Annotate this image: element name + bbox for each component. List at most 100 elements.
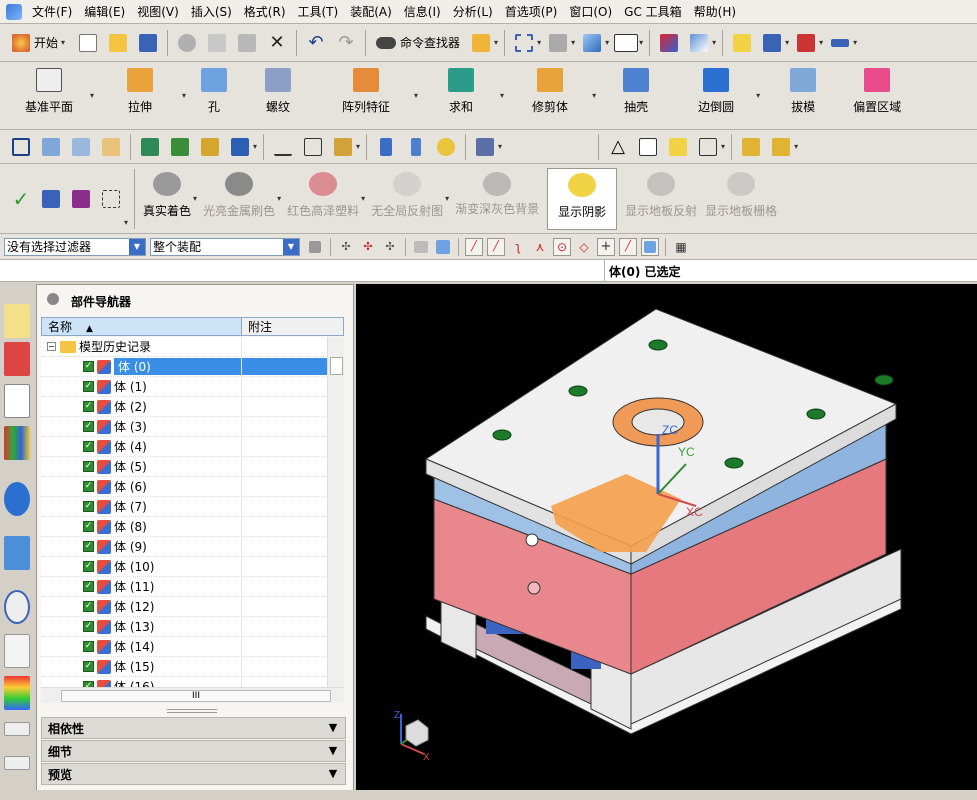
pin-icon[interactable] <box>47 293 59 305</box>
dropdown-icon[interactable]: ▾ <box>819 38 823 47</box>
point-on-face-icon[interactable] <box>641 237 659 256</box>
washer-icon[interactable] <box>433 134 459 160</box>
select-body-icon[interactable] <box>434 238 452 256</box>
copy-object-icon[interactable] <box>197 134 223 160</box>
point-on-curve-icon[interactable]: ╱ <box>619 237 637 256</box>
visibility-checkbox[interactable]: ✓ <box>83 601 94 612</box>
feature-button[interactable]: 基准平面 <box>6 62 92 128</box>
visibility-checkbox[interactable]: ✓ <box>83 581 94 592</box>
pencil-icon[interactable] <box>98 134 124 160</box>
spring-icon[interactable] <box>403 134 429 160</box>
visibility-checkbox[interactable]: ✓ <box>83 421 94 432</box>
info-icon[interactable] <box>4 482 30 516</box>
dropdown-icon[interactable]: ▾ <box>193 194 197 203</box>
check-icon[interactable]: ✓ <box>8 186 34 212</box>
tree-row-body[interactable]: ✓ 体 (8) <box>41 517 344 537</box>
visibility-checkbox[interactable]: ✓ <box>83 621 94 632</box>
tree-row-body[interactable]: ✓ 体 (11) <box>41 577 344 597</box>
dropdown-icon[interactable]: ▾ <box>721 142 725 151</box>
part-check-icon[interactable] <box>38 186 64 212</box>
type-filter-select[interactable]: 没有选择过滤器 ▼ <box>4 237 146 256</box>
menu-item[interactable]: 插入(S) <box>185 0 238 24</box>
dropdown-icon[interactable]: ▾ <box>494 38 498 47</box>
redo-icon[interactable]: ↷ <box>333 30 359 56</box>
dropdown-icon[interactable]: ▾ <box>794 142 798 151</box>
arc-center-icon[interactable]: ⊙ <box>553 237 571 256</box>
undo-icon[interactable]: ↶ <box>303 30 329 56</box>
render-option-button[interactable]: 无全局反射图 <box>371 168 443 230</box>
tree-row-body[interactable]: ✓ 体 (6) <box>41 477 344 497</box>
render-option-button[interactable]: 真实着色 <box>143 168 191 230</box>
dropdown-icon[interactable]: ▾ <box>124 218 128 227</box>
snap-point-icon[interactable] <box>729 30 755 56</box>
visibility-checkbox[interactable]: ✓ <box>83 461 94 472</box>
selection-scope-select[interactable]: 整个装配 ▼ <box>150 237 300 256</box>
menu-item[interactable]: 视图(V) <box>131 0 185 24</box>
shaded-cube-icon[interactable] <box>579 30 605 56</box>
mold-wizard-icon[interactable] <box>738 134 764 160</box>
tree-row-body[interactable]: ✓ 体 (13) <box>41 617 344 637</box>
visibility-checkbox[interactable]: ✓ <box>83 401 94 412</box>
layer-settings-icon[interactable] <box>68 134 94 160</box>
constraint-navigator-icon[interactable] <box>4 342 30 376</box>
system-materials-icon[interactable] <box>4 634 30 668</box>
tree-row-body[interactable]: ✓ 体 (7) <box>41 497 344 517</box>
play-icon[interactable] <box>759 30 785 56</box>
visibility-checkbox[interactable]: ✓ <box>83 661 94 672</box>
feature-button[interactable]: 求和 <box>420 62 502 128</box>
chevron-down-icon[interactable]: ▼ <box>325 766 341 782</box>
mold-assembly-icon[interactable] <box>768 134 794 160</box>
strip-scroll-down[interactable] <box>4 756 30 770</box>
edit-section-icon[interactable] <box>545 30 571 56</box>
fit-view-icon[interactable] <box>511 30 537 56</box>
layers-icon[interactable] <box>38 134 64 160</box>
mold-assembly-model[interactable]: ZC YC XC Z X <box>356 284 977 790</box>
menu-item[interactable]: 信息(I) <box>398 0 447 24</box>
tree-row-body[interactable]: ✓ 体 (0) <box>41 357 344 377</box>
tree-row-body[interactable]: ✓ 体 (12) <box>41 597 344 617</box>
dropdown-icon[interactable]: ▾ <box>639 38 643 47</box>
binoculars-icon[interactable]: 命令查找器 <box>372 30 464 56</box>
collapse-icon[interactable]: − <box>47 342 56 351</box>
render-option-button[interactable]: 显示阴影 <box>547 167 618 230</box>
copy-icon[interactable] <box>204 30 230 56</box>
part-list-icon[interactable] <box>68 186 94 212</box>
splitter-grip[interactable] <box>167 709 217 713</box>
feature-button[interactable]: 孔 <box>188 62 240 128</box>
render-option-button[interactable]: 显示地板栅格 <box>705 168 777 230</box>
render-option-button[interactable]: 显示地板反射 <box>625 168 697 230</box>
group-icon[interactable] <box>695 134 721 160</box>
roles-icon[interactable] <box>4 676 30 710</box>
quadrant-icon[interactable]: ◇ <box>575 238 593 256</box>
wcs-dynamic-icon[interactable] <box>686 30 712 56</box>
dropdown-icon[interactable]: ▾ <box>277 194 281 203</box>
menu-item[interactable]: 格式(R) <box>238 0 292 24</box>
dropdown-icon[interactable]: ▾ <box>853 38 857 47</box>
visibility-checkbox[interactable]: ✓ <box>83 381 94 392</box>
intersection-icon[interactable]: ⋏ <box>531 238 549 256</box>
text-icon[interactable] <box>227 134 253 160</box>
cylinder-icon[interactable] <box>373 134 399 160</box>
menu-item[interactable]: 首选项(P) <box>499 0 564 24</box>
tree-row-body[interactable]: ✓ 体 (15) <box>41 657 344 677</box>
mid-point-icon[interactable]: ╱ <box>487 237 505 256</box>
visibility-checkbox[interactable]: ✓ <box>83 441 94 452</box>
selection-priority-icon[interactable] <box>468 30 494 56</box>
feature-button[interactable]: 边倒圆 <box>674 62 758 128</box>
menu-item[interactable]: 分析(L) <box>447 0 499 24</box>
menu-item[interactable]: 窗口(O) <box>563 0 618 24</box>
general-filter-icon[interactable] <box>306 238 324 256</box>
dropdown-icon[interactable]: ▾ <box>605 38 609 47</box>
curve-icon[interactable] <box>270 134 296 160</box>
dropdown-icon[interactable]: ▾ <box>785 38 789 47</box>
tree-row-body[interactable]: ✓ 体 (10) <box>41 557 344 577</box>
tree-row-body[interactable]: ✓ 体 (1) <box>41 377 344 397</box>
measure-icon[interactable] <box>827 30 853 56</box>
wcs-orient-icon[interactable] <box>656 30 682 56</box>
tree-row-body[interactable]: ✓ 体 (4) <box>41 437 344 457</box>
column-header-note[interactable]: 附注 <box>242 318 343 335</box>
tree-row-body[interactable]: ✓ 体 (3) <box>41 417 344 437</box>
tree-row-body[interactable]: ✓ 体 (2) <box>41 397 344 417</box>
feature-button[interactable]: 阵列特征 <box>316 62 416 128</box>
dimension-icon[interactable] <box>793 30 819 56</box>
